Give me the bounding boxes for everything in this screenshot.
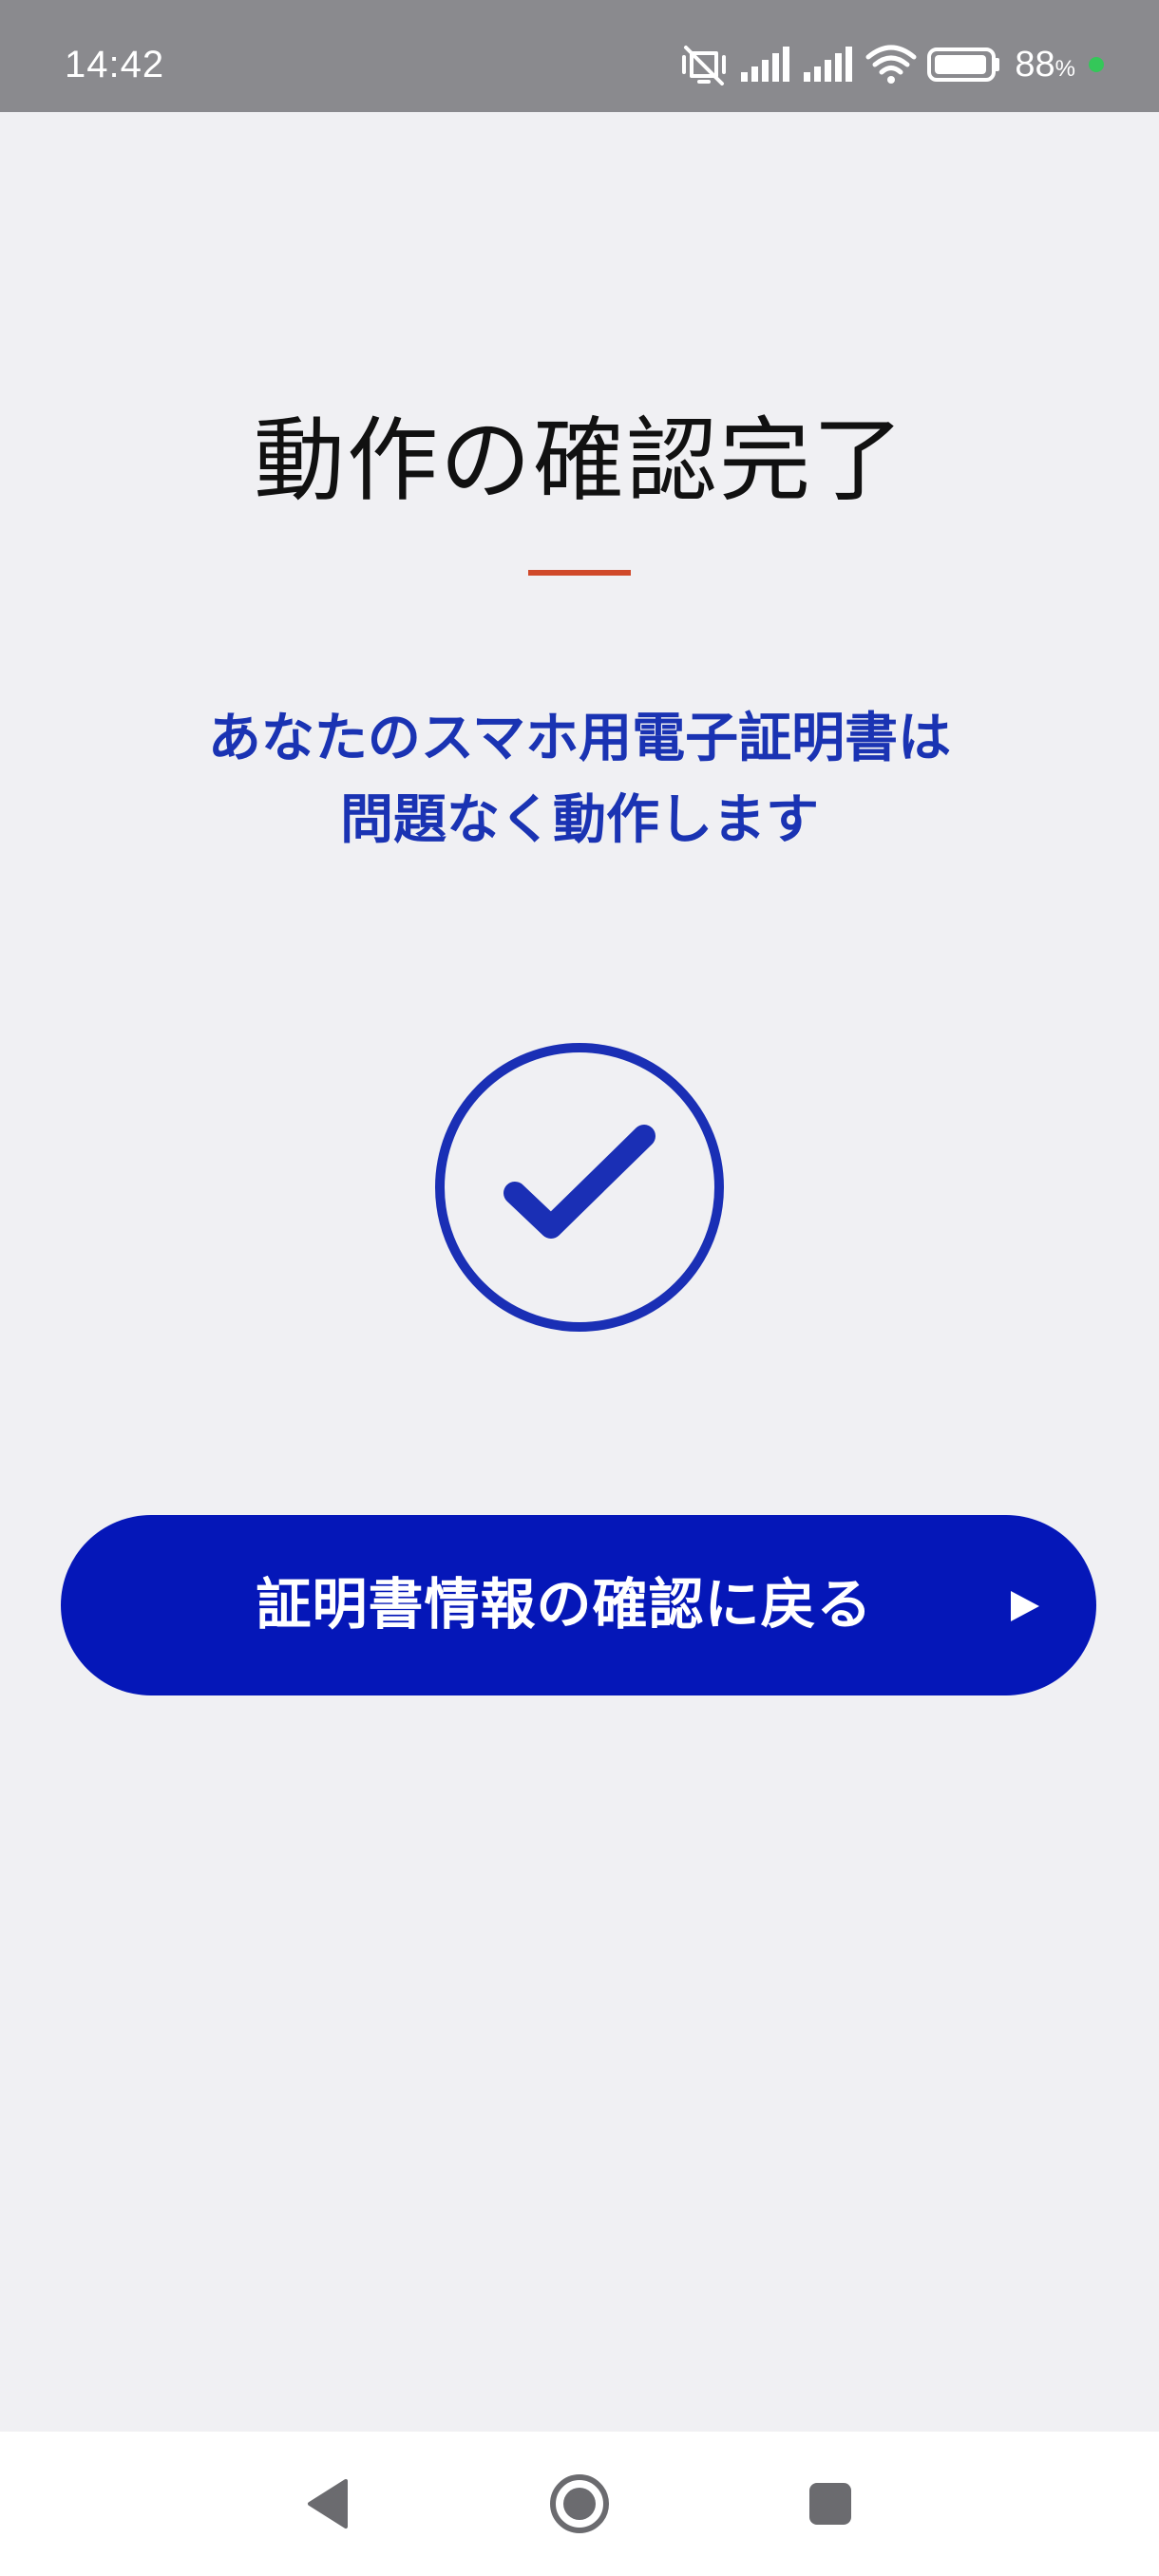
system-nav-bar — [0, 2432, 1159, 2576]
signal-icon — [804, 47, 853, 82]
status-icons: 88% — [678, 38, 1104, 91]
button-label: 証明書情報の確認に戻る — [256, 1574, 873, 1636]
signal-icon — [741, 47, 790, 82]
nav-home-button[interactable] — [540, 2464, 619, 2544]
back-icon — [308, 2479, 348, 2529]
wifi-icon — [865, 45, 917, 84]
status-time: 14:42 — [65, 44, 165, 85]
battery-percent-unit: % — [1054, 55, 1075, 82]
nav-back-button[interactable] — [288, 2464, 368, 2544]
battery-percent: 88% — [1015, 44, 1075, 85]
charging-indicator — [1089, 57, 1104, 72]
recents-icon — [809, 2483, 851, 2525]
home-icon — [550, 2474, 609, 2533]
check-circle-icon — [435, 1043, 724, 1332]
vibrate-off-icon — [682, 46, 727, 85]
nav-recents-button[interactable] — [790, 2464, 870, 2544]
result-message-line1: あなたのスマホ用電子証明書は — [207, 708, 952, 769]
result-message-line2: 問題なく動作します — [340, 789, 819, 851]
status-bar: 14:42 88% — [0, 0, 1159, 112]
play-arrow-icon — [1011, 1591, 1039, 1621]
title-underline — [528, 570, 631, 576]
page-title: 動作の確認完了 — [254, 407, 905, 514]
battery-icon — [927, 47, 1000, 82]
back-to-certificate-info-button[interactable]: 証明書情報の確認に戻る — [61, 1515, 1096, 1695]
